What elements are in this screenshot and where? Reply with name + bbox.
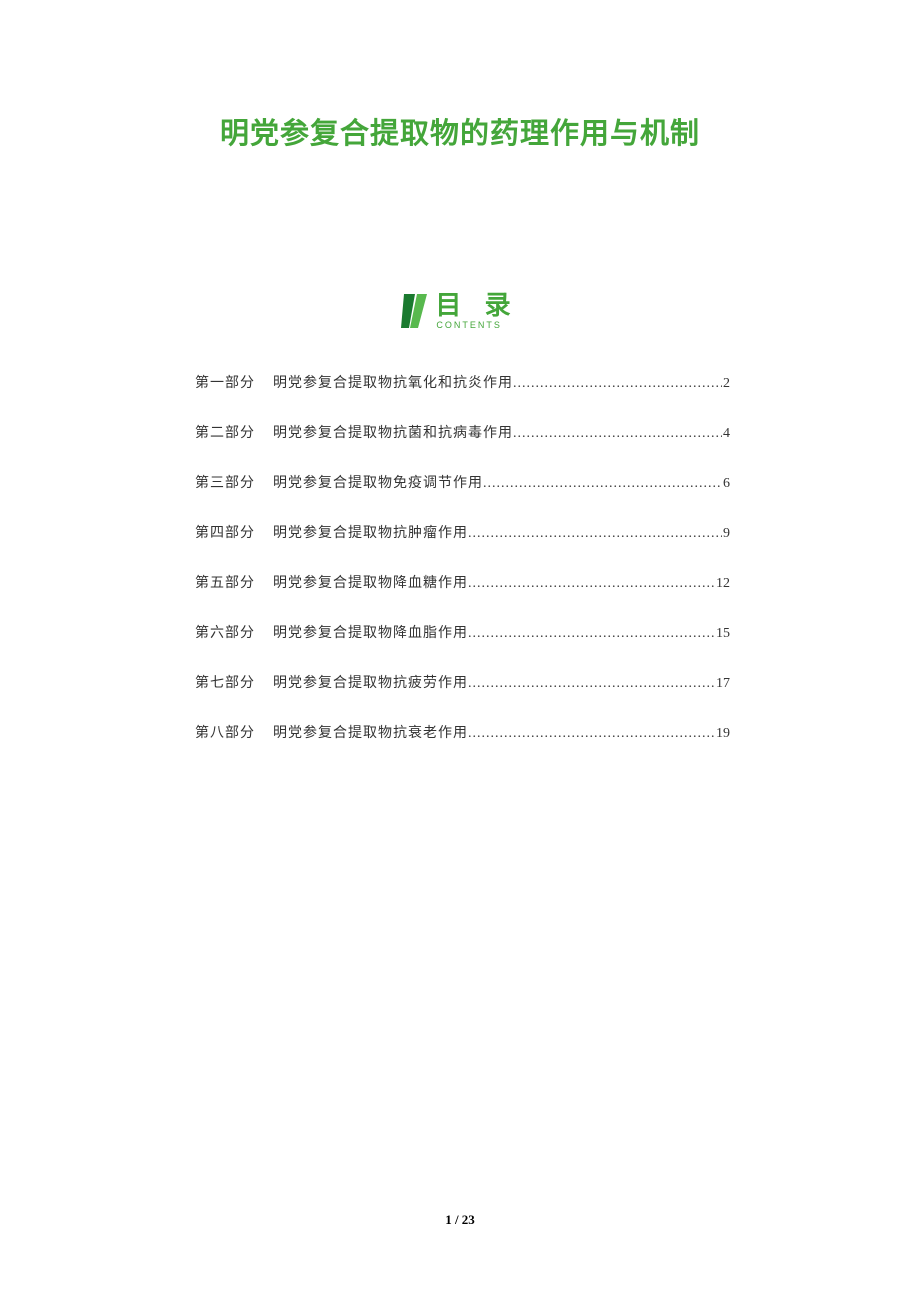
toc-header: 目 录 CONTENTS <box>100 292 820 330</box>
toc-part-label: 第七部分 <box>195 672 255 692</box>
toc-part-label: 第二部分 <box>195 422 255 442</box>
toc-entry-title: 明党参复合提取物抗氧化和抗炎作用 <box>273 372 513 392</box>
toc-leader-dots <box>483 476 722 492</box>
toc-part-label: 第三部分 <box>195 472 255 492</box>
toc-page-number: 6 <box>722 476 730 492</box>
toc-leader-dots <box>513 426 722 442</box>
toc-title-wrap: 目 录 CONTENTS <box>435 292 518 330</box>
toc-entry-title: 明党参复合提取物免疫调节作用 <box>273 472 483 492</box>
document-title: 明党参复合提取物的药理作用与机制 <box>100 110 820 152</box>
toc-row[interactable]: 第三部分 明党参复合提取物免疫调节作用 6 <box>195 472 730 492</box>
toc-row[interactable]: 第五部分 明党参复合提取物降血糖作用 12 <box>195 572 730 592</box>
toc-entry-title: 明党参复合提取物抗菌和抗病毒作用 <box>273 422 513 442</box>
toc-row[interactable]: 第一部分 明党参复合提取物抗氧化和抗炎作用 2 <box>195 372 730 392</box>
toc-row[interactable]: 第六部分 明党参复合提取物降血脂作用 15 <box>195 622 730 642</box>
toc-entry-title: 明党参复合提取物抗肿瘤作用 <box>273 522 468 542</box>
toc-leader-dots <box>468 526 722 542</box>
toc-row[interactable]: 第四部分 明党参复合提取物抗肿瘤作用 9 <box>195 522 730 542</box>
document-page: 明党参复合提取物的药理作用与机制 目 录 CONTENTS 第一部分 明党参复合… <box>0 0 920 742</box>
toc-part-label: 第四部分 <box>195 522 255 542</box>
toc-page-number: 17 <box>715 676 730 692</box>
toc-list: 第一部分 明党参复合提取物抗氧化和抗炎作用 2 第二部分 明党参复合提取物抗菌和… <box>100 372 820 742</box>
toc-page-number: 2 <box>722 376 730 392</box>
toc-leader-dots <box>513 376 722 392</box>
toc-leader-dots <box>468 676 715 692</box>
toc-page-number: 19 <box>715 726 730 742</box>
toc-page-number: 9 <box>722 526 730 542</box>
toc-part-label: 第五部分 <box>195 572 255 592</box>
toc-icon <box>401 294 427 328</box>
toc-entry-title: 明党参复合提取物降血脂作用 <box>273 622 468 642</box>
toc-row[interactable]: 第七部分 明党参复合提取物抗疲劳作用 17 <box>195 672 730 692</box>
toc-subheading: CONTENTS <box>436 320 502 330</box>
toc-part-label: 第六部分 <box>195 622 255 642</box>
toc-leader-dots <box>468 576 715 592</box>
page-footer: 1 / 23 <box>0 1212 920 1228</box>
toc-page-number: 12 <box>715 576 730 592</box>
toc-entry-title: 明党参复合提取物降血糖作用 <box>273 572 468 592</box>
toc-part-label: 第一部分 <box>195 372 255 392</box>
toc-leader-dots <box>468 626 715 642</box>
toc-page-number: 4 <box>722 426 730 442</box>
toc-row[interactable]: 第八部分 明党参复合提取物抗衰老作用 19 <box>195 722 730 742</box>
toc-leader-dots <box>468 726 715 742</box>
toc-row[interactable]: 第二部分 明党参复合提取物抗菌和抗病毒作用 4 <box>195 422 730 442</box>
toc-part-label: 第八部分 <box>195 722 255 742</box>
toc-entry-title: 明党参复合提取物抗疲劳作用 <box>273 672 468 692</box>
toc-page-number: 15 <box>715 626 730 642</box>
toc-entry-title: 明党参复合提取物抗衰老作用 <box>273 722 468 742</box>
toc-heading: 目 录 <box>435 292 518 318</box>
